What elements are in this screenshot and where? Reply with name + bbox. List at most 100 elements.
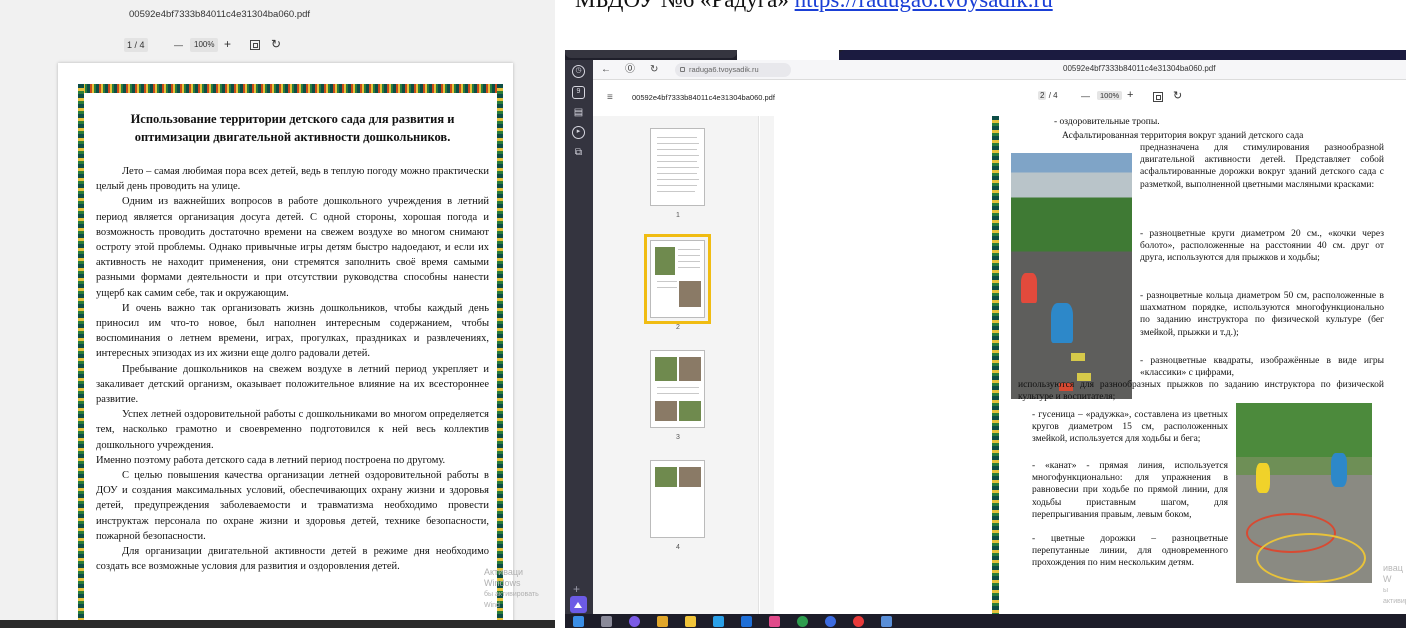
- pdf-filename: 00592e4bf7333b84011c4e31304ba060.pdf: [129, 9, 311, 20]
- thumbnail-number: 2: [676, 324, 680, 331]
- caption-text: МБДОУ №6 «Радуга»: [575, 0, 789, 12]
- yandex-icon[interactable]: [853, 616, 864, 627]
- windows-activation-watermark: Активаци Windows бы активировать Wind: [484, 567, 555, 611]
- zoom-out-button-right[interactable]: —: [1081, 91, 1090, 101]
- tab-strip-right: [839, 50, 1406, 60]
- text-block-7: - «канат» - прямая линия, используется м…: [1032, 461, 1228, 520]
- tab-strip-left: [565, 50, 737, 58]
- play-icon[interactable]: ▸: [572, 126, 585, 139]
- add-panel-icon[interactable]: +: [573, 582, 580, 596]
- tabs-icon[interactable]: 9: [572, 86, 585, 99]
- mail-icon[interactable]: [741, 616, 752, 627]
- zoom-level[interactable]: 100%: [190, 38, 219, 52]
- pdf-name: 00592e4bf7333b84011c4e31304ba060.pdf: [632, 93, 775, 102]
- start-icon[interactable]: [573, 616, 584, 627]
- pdf-toolbar-right: ≡ 00592e4bf7333b84011c4e31304ba060.pdf 2…: [593, 80, 1406, 116]
- rotate-icon[interactable]: ↻: [1173, 89, 1182, 102]
- window-top-strip: [565, 50, 1406, 60]
- paragraph: Именно поэтому работа детского сада в ле…: [96, 454, 446, 466]
- watermark-line-2: ы активир: [1383, 587, 1406, 605]
- title-line-2: оптимизации двигательной активности дошк…: [134, 130, 451, 144]
- pdf-toolbar: 1 / 4 — 100% + ↻: [0, 28, 555, 60]
- file-explorer-icon[interactable]: [657, 616, 668, 627]
- windows-taskbar: [565, 614, 1406, 628]
- page-total: / 4: [1048, 91, 1058, 100]
- slide-caption: МБДОУ №6 «Радуга» https://raduga6.tvoysa…: [575, 0, 1053, 13]
- text-block-8: - цветные дорожки – разноцветные перепут…: [1032, 534, 1228, 569]
- watermark-line-1: Активаци Windows: [484, 567, 524, 588]
- thumbnail-page-4[interactable]: [650, 460, 705, 538]
- thumbnail-page-2[interactable]: [644, 234, 711, 324]
- back-icon[interactable]: ←: [601, 63, 611, 77]
- text-block-1: предназначена для стимулирования разнооб…: [1140, 143, 1384, 190]
- text-block-4: - разноцветные квадраты, изображённые в …: [1140, 356, 1384, 379]
- address-bar: ← ⓪ ↻ raduga6.tvoysadik.ru 00592e4bf7333…: [593, 60, 1406, 80]
- task-view-icon[interactable]: [601, 616, 612, 627]
- paragraph: Успех летней оздоровительной работы с до…: [96, 409, 489, 451]
- paragraph: Пребывание дошкольников на свежем воздух…: [96, 363, 489, 406]
- screenshot-icon[interactable]: ⧉: [572, 146, 585, 159]
- photos-icon[interactable]: [881, 616, 892, 627]
- page-border-top: [78, 84, 503, 93]
- fit-page-icon: [250, 40, 260, 50]
- left-pdf-viewer: 00592e4bf7333b84011c4e31304ba060.pdf 1 /…: [0, 0, 555, 628]
- url-field[interactable]: raduga6.tvoysadik.ru: [675, 63, 791, 77]
- store-icon[interactable]: [713, 616, 724, 627]
- page-border-left: [992, 116, 999, 614]
- page-indicator-right[interactable]: 2 / 4: [1038, 91, 1058, 100]
- watermark-line-2: бы активировать Wind: [484, 591, 539, 609]
- thumbnail-number: 3: [676, 434, 680, 441]
- line-oздоровительные: - оздоровительные тропы.: [1054, 117, 1160, 127]
- vpn-icon[interactable]: ⓪: [625, 63, 635, 77]
- tab-gap: [737, 50, 839, 60]
- rotate-icon[interactable]: ↻: [271, 37, 281, 51]
- line-asphalt: Асфальтированная территория вокруг здани…: [1062, 131, 1304, 141]
- thumbnail-page-3[interactable]: [650, 350, 705, 428]
- fit-page-icon: [1153, 92, 1163, 102]
- paragraph: И очень важно так организовать жизнь дош…: [96, 302, 489, 360]
- playground-photo-1: [1011, 153, 1132, 399]
- text-block-3: - разноцветные кольца диаметром 50 см, р…: [1140, 291, 1384, 338]
- thumbnail-number: 1: [676, 212, 680, 219]
- page-border-left: [78, 84, 84, 628]
- menu-icon[interactable]: ≡: [607, 92, 613, 103]
- folder-icon[interactable]: [685, 616, 696, 627]
- page-current[interactable]: 2: [1038, 91, 1047, 100]
- text-block-2: - разноцветные круги диаметром 20 см., «…: [1140, 229, 1384, 264]
- paragraph: С целью повышения качества организации л…: [96, 470, 489, 542]
- playground-photo-2: [1236, 403, 1372, 583]
- aria-icon[interactable]: [629, 616, 640, 627]
- windows-activation-watermark-right: ивац W ы активир: [1383, 563, 1406, 607]
- page-indicator[interactable]: 1 / 4: [124, 38, 148, 52]
- document-title: Использование территории детского сада д…: [100, 110, 485, 146]
- zoom-level-right[interactable]: 100%: [1097, 91, 1123, 100]
- caption-link[interactable]: https://raduga6.tvoysadik.ru: [795, 0, 1053, 12]
- left-bottom-bar: [0, 620, 555, 628]
- reload-icon[interactable]: ↻: [650, 63, 658, 77]
- composite-screenshot: 00592e4bf7333b84011c4e31304ba060.pdf 1 /…: [0, 0, 1406, 628]
- thumbnail-page-1[interactable]: [650, 128, 705, 206]
- history-icon[interactable]: ◷: [572, 65, 585, 78]
- notes-icon[interactable]: ▤: [572, 106, 585, 119]
- zoom-in-button-right[interactable]: +: [1127, 89, 1133, 101]
- page-border-right: [497, 84, 503, 628]
- zoom-out-button[interactable]: —: [174, 38, 183, 52]
- watermark-line-1: ивац W: [1383, 563, 1403, 584]
- text-block-6: - гусеница – «радужка», составлена из цв…: [1032, 410, 1228, 445]
- zoom-in-button[interactable]: +: [224, 37, 231, 51]
- aria-app-icon[interactable]: [570, 596, 587, 613]
- paragraph: Одним из важнейших вопросов в работе дош…: [96, 196, 489, 299]
- chrome-icon[interactable]: [797, 616, 808, 627]
- paragraph: Лето – самая любимая пора всех детей, ве…: [96, 166, 489, 193]
- url-text: raduga6.tvoysadik.ru: [689, 65, 759, 74]
- thumbnail-number: 4: [676, 544, 680, 551]
- thumbnail-panel: 1 2 3 4: [593, 116, 759, 614]
- paragraph: Для организации двигательной активности …: [96, 546, 489, 573]
- document-body: Лето – самая любимая пора всех детей, ве…: [96, 164, 489, 574]
- fit-page-button-right[interactable]: [1153, 92, 1163, 104]
- browser-sidebar: ◷ 9 ▤ ▸ ⧉ + ⋯: [565, 60, 593, 627]
- edge-icon[interactable]: [825, 616, 836, 627]
- app-icon[interactable]: [769, 616, 780, 627]
- fit-page-button[interactable]: [250, 40, 260, 54]
- page-title: 00592e4bf7333b84011c4e31304ba060.pdf: [1063, 64, 1216, 73]
